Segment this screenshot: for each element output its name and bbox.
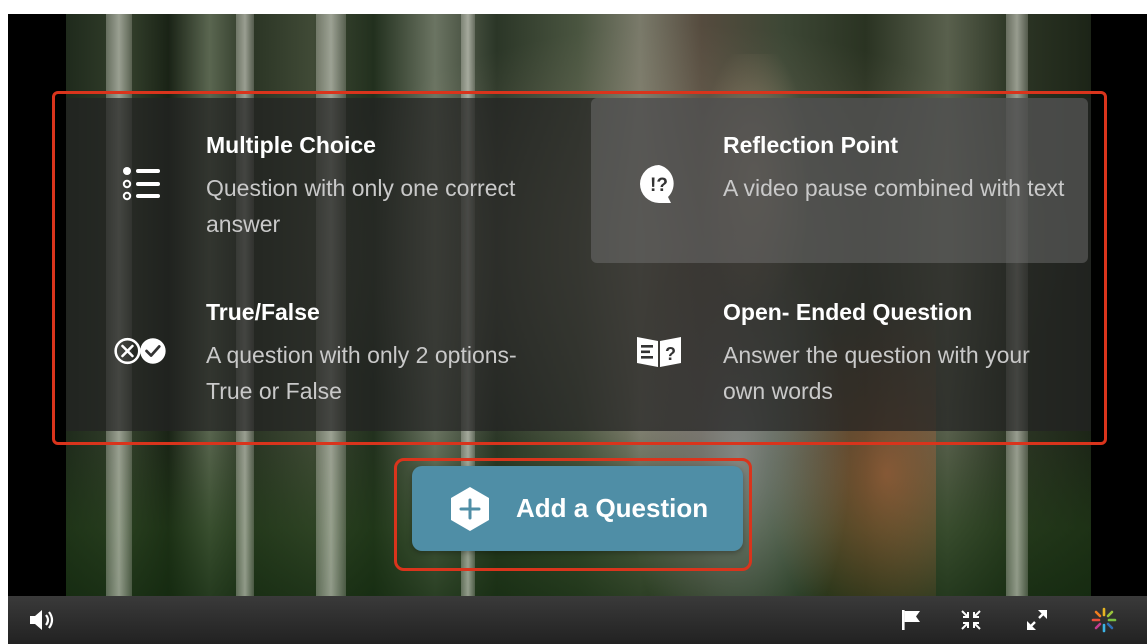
x-check-circles-icon: [112, 329, 172, 373]
shrink-icon[interactable]: [957, 606, 985, 634]
list-icon: [112, 162, 172, 206]
add-question-button[interactable]: Add a Question: [412, 466, 743, 551]
option-description: Question with only one correct answer: [206, 175, 516, 237]
option-multiple-choice[interactable]: Multiple Choice Question with only one c…: [74, 98, 571, 263]
video-player: Multiple Choice Question with only one c…: [8, 14, 1147, 644]
speech-bubble-exclaim-question-icon: !?: [629, 162, 689, 206]
volume-icon[interactable]: [28, 606, 56, 634]
flag-icon[interactable]: [897, 606, 925, 634]
book-question-icon: ?: [629, 329, 689, 373]
plus-hexagon-icon: [451, 486, 489, 531]
option-description: A video pause combined with text: [723, 175, 1065, 201]
option-description: Answer the question with your own words: [723, 342, 1030, 404]
kaltura-logo-icon[interactable]: [1090, 606, 1118, 634]
fullscreen-icon[interactable]: [1023, 606, 1051, 634]
option-open-ended-question[interactable]: ? Open- Ended Question Answer the questi…: [591, 265, 1088, 430]
option-title: Open- Ended Question: [723, 299, 973, 325]
option-reflection-point[interactable]: !? Reflection Point A video pause combin…: [591, 98, 1088, 263]
svg-text:!?: !?: [650, 175, 668, 196]
svg-text:?: ?: [665, 344, 676, 364]
option-title: Reflection Point: [723, 132, 899, 158]
add-question-label: Add a Question: [516, 493, 709, 523]
option-description: A question with only 2 options- True or …: [206, 342, 517, 404]
player-control-bar: [8, 596, 1147, 644]
question-type-menu: Multiple Choice Question with only one c…: [66, 98, 1091, 431]
option-title: Multiple Choice: [206, 132, 376, 158]
option-title: True/False: [206, 299, 320, 325]
option-true-false[interactable]: True/False A question with only 2 option…: [74, 265, 571, 430]
